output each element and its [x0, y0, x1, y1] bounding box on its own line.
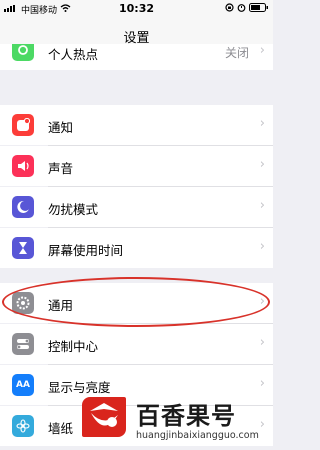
- row-label: 个人热点: [48, 47, 99, 62]
- page-title-overlay: 设置: [123, 31, 150, 46]
- row-label: 声音: [48, 161, 74, 176]
- wallpaper-icon: [12, 415, 34, 437]
- orientation-lock-icon: [225, 3, 234, 15]
- watermark-url: huangjinbaixiangguo.com: [136, 430, 259, 441]
- screen-time-icon: [12, 237, 34, 259]
- row-label: 通知: [48, 120, 74, 135]
- settings-row-control-center[interactable]: 控制中心 ›: [0, 324, 273, 364]
- chevron-right-icon: ›: [259, 198, 265, 213]
- alarm-icon: [237, 3, 246, 15]
- do-not-disturb-icon: [12, 196, 34, 218]
- watermark-logo: [82, 397, 126, 437]
- chevron-right-icon: ›: [259, 157, 265, 172]
- chevron-right-icon: ›: [259, 417, 265, 432]
- notifications-icon: [12, 114, 34, 136]
- row-label: 控制中心: [48, 339, 99, 354]
- settings-row-sounds[interactable]: 声音 ›: [0, 146, 273, 186]
- nav-bar-overlay: 设置: [0, 18, 273, 46]
- row-label: 勿扰模式: [48, 202, 99, 217]
- chevron-right-icon: ›: [259, 335, 265, 350]
- row-label: 显示与亮度: [48, 380, 111, 395]
- chevron-right-icon: ›: [259, 239, 265, 254]
- settings-row-screen-time[interactable]: 屏幕使用时间 ›: [0, 228, 273, 268]
- row-value: 关闭: [224, 46, 249, 60]
- chevron-right-icon: ›: [259, 376, 265, 391]
- status-bar: 中国移动 10:32: [0, 0, 273, 18]
- watermark-name: 百香果号: [136, 402, 236, 430]
- control-center-icon: [12, 333, 34, 355]
- battery-icon: [249, 3, 269, 15]
- settings-row-notifications[interactable]: 通知 ›: [0, 105, 273, 145]
- highlight-ellipse: [2, 277, 270, 327]
- row-label: 屏幕使用时间: [48, 243, 124, 258]
- chevron-right-icon: ›: [259, 116, 265, 131]
- status-right: [225, 3, 269, 15]
- watermark: 百香果号 huangjinbaixiangguo.com: [82, 395, 259, 445]
- sounds-icon: [12, 155, 34, 177]
- display-brightness-icon: AA: [12, 374, 34, 396]
- settings-row-do-not-disturb[interactable]: 勿扰模式 ›: [0, 187, 273, 227]
- row-label: 墙纸: [48, 421, 74, 436]
